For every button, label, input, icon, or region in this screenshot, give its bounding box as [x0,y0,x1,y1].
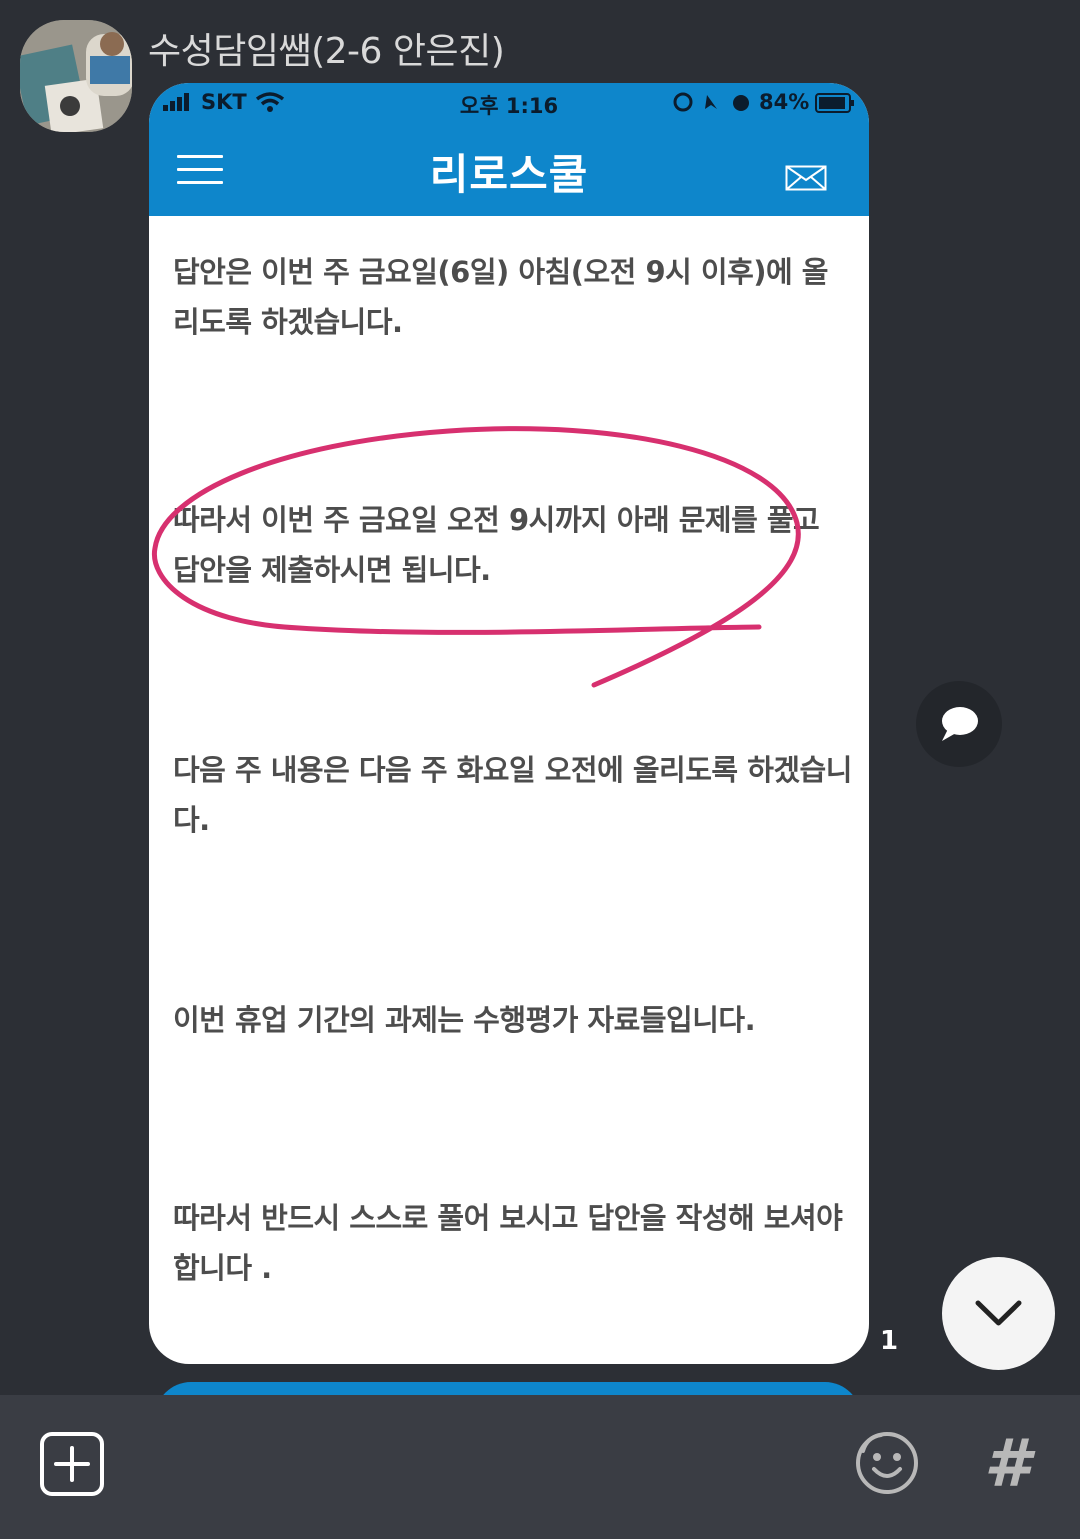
post-paragraph: 따라서 반드시 스스로 풀어 보시고 답안을 작성해 보셔야 합니다 . [173,1201,843,1285]
app-title: 리로스쿨 [429,150,589,199]
post-paragraph: 따라서 이번 주 금요일 오전 9시까지 아래 문제를 풀고 답안을 제출하시면… [173,503,820,587]
chevron-down-icon [975,1300,1022,1326]
post-paragraph: 이번 휴업 기간의 과제는 수행평가 자료들입니다. [173,1003,756,1037]
plus-icon[interactable] [40,1432,104,1496]
post-paragraph: 답안은 이번 주 금요일(6일) 아침(오전 9시 이후)에 올리도록 하겠습니… [173,255,828,339]
emoji-icon[interactable] [855,1431,919,1495]
unread-count: 1 [880,1326,899,1356]
app-header: 리로스쿨 [149,121,869,216]
message-input-bar: # [0,1395,1080,1539]
post-paragraph: 다음 주 내용은 다음 주 화요일 오전에 올리도록 하겠습니다. [173,753,852,837]
chat-screen: 수성담임쌤(2-6 안은진) SKT 오후 1:16 84% 리로스쿨 답안은 … [0,0,1080,1539]
battery-percent: 84% [759,90,810,114]
status-icons [673,92,749,112]
hashtag-button[interactable]: # [984,1425,1030,1502]
speech-bubble-icon [942,707,978,741]
phone-status-bar: SKT 오후 1:16 84% [149,83,869,121]
sender-name: 수성담임쌤(2-6 안은진) [148,31,505,72]
battery-icon [815,93,854,113]
mail-icon[interactable] [785,165,827,191]
image-message[interactable]: SKT 오후 1:16 84% 리로스쿨 답안은 이번 주 금요일(6일) 아침… [149,83,869,1364]
scroll-to-bottom-button[interactable] [942,1257,1055,1370]
comment-button[interactable] [916,681,1002,767]
avatar[interactable] [20,20,132,132]
